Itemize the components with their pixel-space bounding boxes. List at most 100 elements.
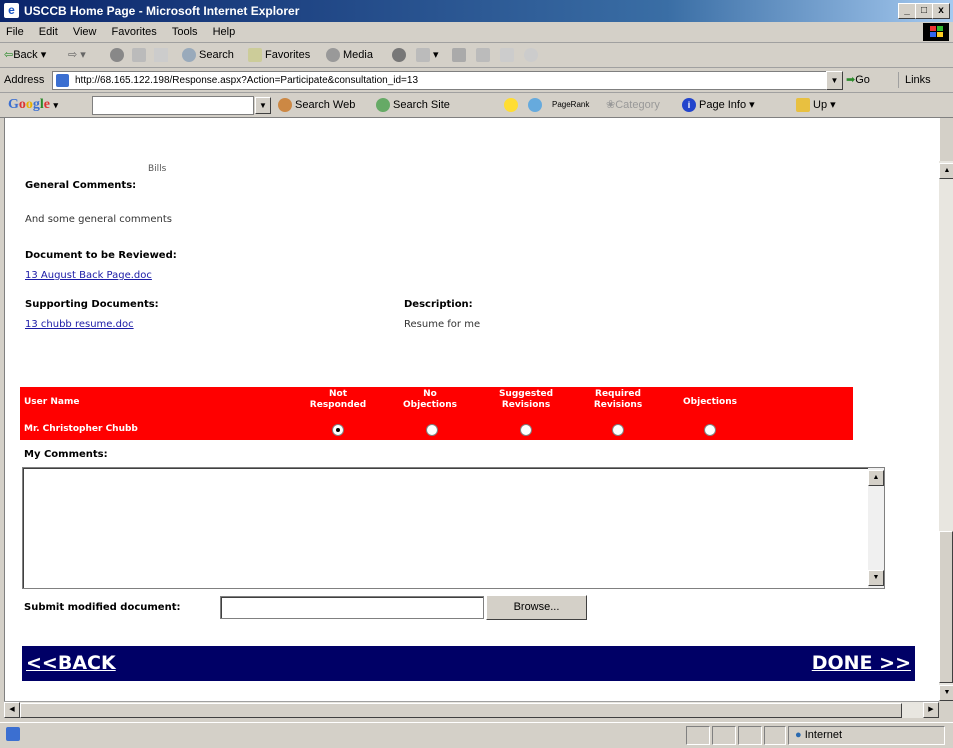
globe-icon: ● bbox=[795, 729, 802, 741]
scroll-down-icon[interactable]: ▼ bbox=[939, 685, 953, 701]
not-responded-radio[interactable] bbox=[332, 424, 344, 436]
windows-logo-icon bbox=[923, 23, 949, 41]
globe-icon bbox=[376, 98, 390, 113]
print-icon[interactable] bbox=[452, 47, 469, 63]
submit-document-label: Submit modified document: bbox=[24, 602, 181, 613]
media-button[interactable]: Media bbox=[326, 47, 373, 63]
back-link[interactable]: <<BACK bbox=[26, 652, 116, 674]
address-input[interactable]: http://68.165.122.198/Response.aspx?Acti… bbox=[52, 71, 827, 90]
menu-tools[interactable]: Tools bbox=[166, 22, 204, 42]
search-web-button[interactable]: Search Web bbox=[278, 97, 355, 113]
messenger-icon[interactable] bbox=[524, 47, 541, 63]
pagerank-label: PageRank bbox=[552, 100, 590, 109]
required-revisions-radio[interactable] bbox=[612, 424, 624, 436]
required-revisions-header: Required Revisions bbox=[593, 389, 643, 410]
favorites-button[interactable]: Favorites bbox=[248, 47, 310, 63]
scroll-left-icon[interactable]: ◀ bbox=[4, 702, 20, 718]
vertical-scroll-thumb[interactable] bbox=[939, 531, 953, 683]
edit-icon[interactable] bbox=[476, 47, 493, 63]
stop-icon[interactable] bbox=[110, 47, 127, 63]
pagerank-globe-icon[interactable] bbox=[528, 97, 545, 113]
google-search-dropdown[interactable]: ▼ bbox=[255, 97, 271, 114]
address-label: Address bbox=[4, 74, 45, 86]
page-icon bbox=[56, 74, 69, 87]
minimize-button[interactable]: _ bbox=[898, 3, 916, 19]
document-reviewed-label: Document to be Reviewed: bbox=[25, 250, 177, 261]
title-bar: e USCCB Home Page - Microsoft Internet E… bbox=[0, 0, 953, 22]
go-arrow-icon: ➡ bbox=[846, 74, 856, 86]
google-toolbar: Google ▾ ▼ Search Web Search Site PageRa… bbox=[0, 93, 953, 118]
standard-toolbar: ⇦Back ▾ ⇨ ▾ Search Favorites Media ▾ bbox=[0, 43, 953, 68]
google-logo[interactable]: Google ▾ bbox=[8, 96, 58, 114]
browse-button[interactable]: Browse... bbox=[486, 595, 587, 620]
no-objections-header: No Objections bbox=[403, 389, 457, 410]
folder-up-icon bbox=[796, 98, 810, 113]
top-fragment-text: Bills bbox=[148, 164, 167, 174]
my-comments-label: My Comments: bbox=[24, 449, 108, 460]
discuss-icon[interactable] bbox=[500, 47, 517, 63]
links-button[interactable]: Links bbox=[898, 72, 931, 88]
status-pane bbox=[738, 726, 762, 745]
response-table: User Name Not Responded No Objections Sugg… bbox=[20, 387, 853, 440]
category-button[interactable]: ❀Category bbox=[606, 97, 660, 113]
description-text: Resume for me bbox=[404, 319, 481, 330]
up-button[interactable]: Up ▾ bbox=[796, 97, 836, 113]
user-name-cell: Mr. Christopher Chubb bbox=[24, 424, 138, 434]
status-bar: ● Internet bbox=[0, 722, 953, 748]
suggested-revisions-radio[interactable] bbox=[520, 424, 532, 436]
my-comments-textarea[interactable]: ▲ ▼ bbox=[22, 467, 885, 589]
favorites-icon bbox=[248, 48, 262, 63]
page-horizontal-scrollbar[interactable]: ◀ ▶ bbox=[4, 701, 939, 718]
search-button[interactable]: Search bbox=[182, 47, 234, 63]
refresh-icon[interactable] bbox=[132, 47, 149, 63]
supporting-document-link[interactable]: 13 chubb resume.doc bbox=[25, 319, 134, 330]
window-title: USCCB Home Page - Microsoft Internet Exp… bbox=[24, 4, 300, 18]
scroll-right-icon[interactable]: ▶ bbox=[923, 702, 939, 718]
menu-help[interactable]: Help bbox=[207, 22, 242, 42]
media-icon bbox=[326, 48, 340, 63]
back-arrow-icon: ⇦ bbox=[4, 49, 14, 61]
horizontal-scroll-thumb[interactable] bbox=[20, 703, 902, 718]
navigation-bar: <<BACK DONE >> bbox=[22, 646, 915, 681]
document-reviewed-link[interactable]: 13 August Back Page.doc bbox=[25, 270, 152, 281]
done-link[interactable]: DONE >> bbox=[812, 652, 911, 674]
page-vertical-scrollbar[interactable]: ▲ ▼ bbox=[939, 161, 953, 701]
user-name-header: User Name bbox=[24, 397, 80, 407]
general-comments-text: And some general comments bbox=[25, 214, 173, 225]
ie-icon: e bbox=[4, 3, 19, 18]
binoculars-icon bbox=[278, 98, 292, 113]
security-zone: ● Internet bbox=[788, 726, 945, 745]
textarea-scroll-down-icon[interactable]: ▼ bbox=[868, 570, 884, 586]
maximize-button[interactable]: □ bbox=[915, 3, 933, 19]
menu-edit[interactable]: Edit bbox=[33, 22, 64, 42]
menu-favorites[interactable]: Favorites bbox=[106, 22, 163, 42]
general-comments-label: General Comments: bbox=[25, 180, 137, 191]
menu-file[interactable]: File bbox=[0, 22, 30, 42]
page-status-icon bbox=[6, 727, 20, 741]
smiley-icon[interactable] bbox=[504, 97, 521, 113]
supporting-documents-label: Supporting Documents: bbox=[25, 299, 159, 310]
no-objections-radio[interactable] bbox=[426, 424, 438, 436]
search-site-button[interactable]: Search Site bbox=[376, 97, 450, 113]
menu-view[interactable]: View bbox=[67, 22, 103, 42]
address-dropdown-button[interactable]: ▼ bbox=[826, 71, 843, 90]
textarea-scrollbar[interactable]: ▲ ▼ bbox=[868, 468, 884, 588]
scroll-up-icon[interactable]: ▲ bbox=[939, 163, 953, 179]
back-button[interactable]: ⇦Back ▾ bbox=[4, 47, 46, 63]
history-icon[interactable] bbox=[392, 47, 409, 63]
description-label: Description: bbox=[404, 299, 473, 310]
close-button[interactable]: x bbox=[932, 3, 950, 19]
file-path-input[interactable] bbox=[220, 596, 484, 619]
page-info-button[interactable]: i Page Info ▾ bbox=[682, 97, 755, 113]
category-icon: ❀ bbox=[606, 99, 616, 111]
go-button[interactable]: ➡Go bbox=[846, 72, 870, 88]
search-icon bbox=[182, 48, 196, 63]
google-search-input[interactable] bbox=[92, 96, 254, 115]
info-icon: i bbox=[682, 98, 696, 113]
objections-radio[interactable] bbox=[704, 424, 716, 436]
status-pane bbox=[686, 726, 710, 745]
forward-button[interactable]: ⇨ ▾ bbox=[68, 47, 86, 63]
textarea-scroll-up-icon[interactable]: ▲ bbox=[868, 470, 884, 486]
home-icon[interactable] bbox=[154, 47, 171, 63]
mail-icon[interactable]: ▾ bbox=[416, 47, 439, 63]
